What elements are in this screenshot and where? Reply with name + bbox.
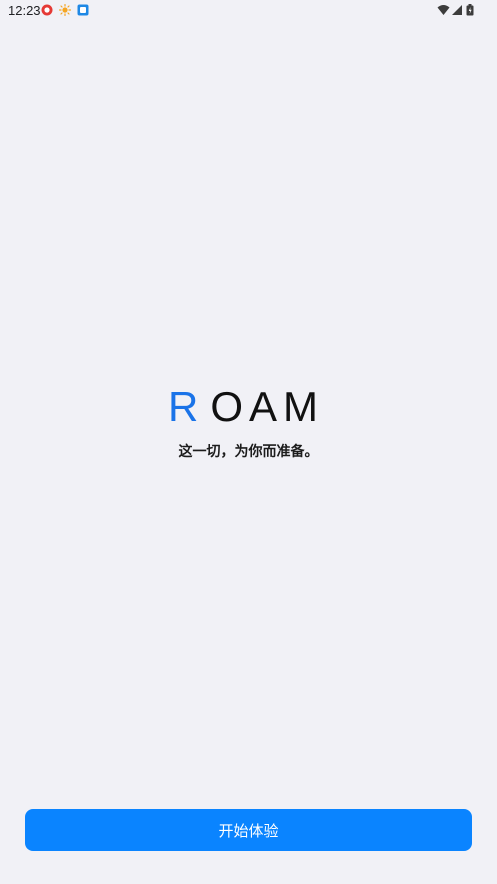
status-bar: 12:23 bbox=[0, 0, 497, 22]
wifi-icon bbox=[437, 5, 450, 15]
logo-letter-r: R bbox=[168, 383, 205, 430]
roam-logo: R OAM bbox=[168, 383, 328, 430]
notification-app-icon bbox=[41, 4, 53, 16]
start-button-label: 开始体验 bbox=[218, 821, 279, 840]
brightness-icon bbox=[59, 4, 71, 16]
app-store-icon bbox=[77, 4, 89, 16]
logo-letters-rest: OAM bbox=[210, 383, 325, 430]
start-experience-button[interactable]: 开始体验 bbox=[25, 809, 472, 851]
tagline: 这一切，为你而准备。 bbox=[178, 444, 319, 460]
battery-icon bbox=[466, 4, 474, 16]
status-time: 12:23 bbox=[8, 3, 41, 18]
signal-icon bbox=[452, 5, 462, 15]
